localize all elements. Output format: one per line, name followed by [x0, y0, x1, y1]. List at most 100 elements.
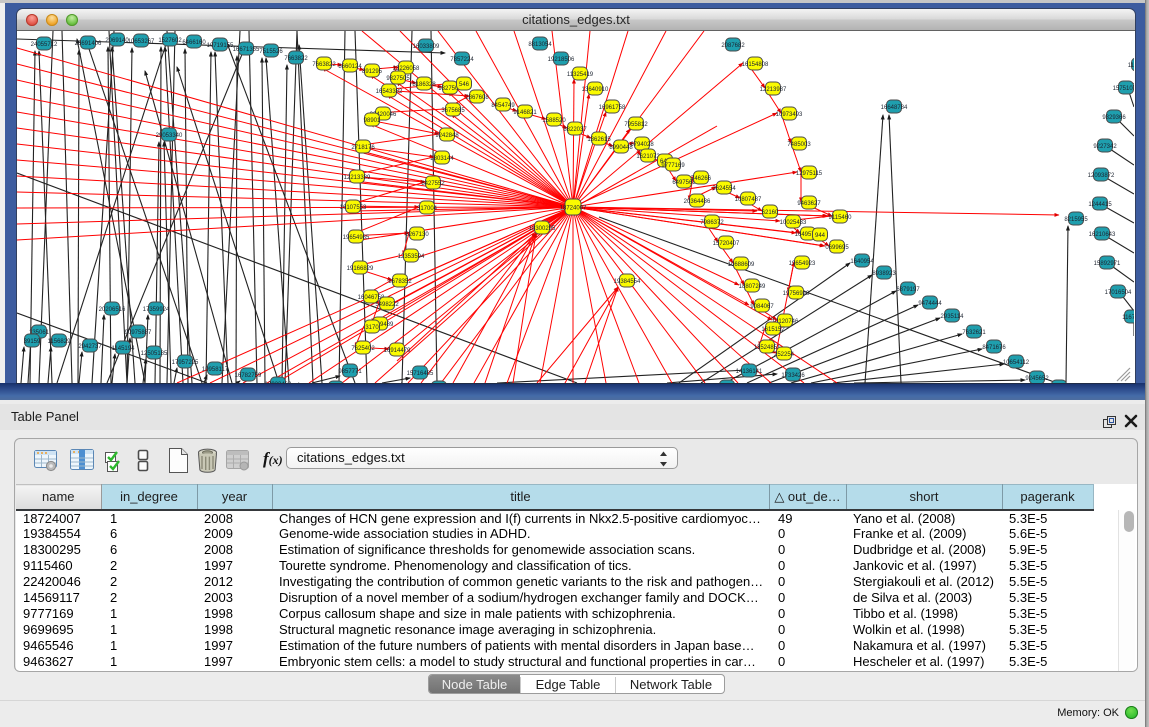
svg-text:1733426: 1733426: [781, 373, 805, 379]
svg-text:6879197: 6879197: [896, 287, 920, 293]
svg-text:20206516: 20206516: [99, 307, 126, 313]
svg-text:12213389: 12213389: [344, 175, 371, 181]
svg-text:7663822: 7663822: [312, 62, 336, 68]
svg-text:7663822: 7663822: [284, 56, 308, 62]
svg-text:12975115: 12975115: [796, 171, 823, 177]
svg-text:5498222: 5498222: [375, 302, 399, 308]
svg-text:1621072: 1621072: [636, 154, 660, 160]
svg-text:10025433: 10025433: [780, 220, 807, 226]
svg-text:8267130: 8267130: [405, 232, 429, 238]
svg-text:1588520: 1588520: [542, 118, 566, 124]
svg-text:10654112: 10654112: [1003, 360, 1030, 366]
svg-text:3624554: 3624554: [712, 186, 736, 192]
svg-text:15751074: 15751074: [1113, 86, 1134, 92]
svg-text:9115460: 9115460: [829, 215, 853, 221]
svg-text:546: 546: [459, 82, 470, 88]
svg-text:1145194: 1145194: [112, 346, 136, 352]
svg-text:10688609: 10688609: [728, 262, 755, 268]
svg-text:12923468: 12923468: [265, 382, 292, 383]
svg-text:6794028: 6794028: [630, 142, 654, 148]
svg-text:26691406: 26691406: [75, 41, 102, 47]
svg-text:18300295: 18300295: [529, 226, 556, 232]
svg-text:9329366: 9329366: [1102, 115, 1126, 121]
svg-text:19218506: 19218506: [548, 57, 575, 63]
svg-text:16210643: 16210643: [1089, 232, 1116, 238]
svg-text:16107553: 16107553: [340, 205, 367, 211]
svg-text:7857224: 7857224: [450, 57, 474, 63]
svg-text:3675685: 3675685: [441, 108, 465, 114]
svg-text:8471676: 8471676: [982, 345, 1006, 351]
svg-text:7986372: 7986372: [700, 220, 724, 226]
svg-text:19166829: 19166829: [347, 266, 374, 272]
svg-text:16154808: 16154808: [742, 62, 769, 68]
svg-text:2069140: 2069140: [105, 38, 129, 44]
svg-text:9084067: 9084067: [750, 304, 774, 310]
svg-text:17957225: 17957225: [172, 360, 199, 366]
svg-text:9857771: 9857771: [338, 369, 362, 375]
svg-text:3170: 3170: [365, 325, 379, 331]
svg-text:20364436: 20364436: [684, 199, 711, 205]
svg-text:14136141: 14136141: [736, 369, 763, 375]
svg-text:1615152: 1615152: [761, 327, 785, 333]
svg-text:90975887: 90975887: [125, 330, 152, 336]
svg-text:9242848: 9242848: [435, 133, 459, 139]
svg-text:9777169: 9777169: [661, 163, 685, 169]
svg-text:16033809: 16033809: [413, 44, 440, 50]
svg-text:7632621: 7632621: [962, 330, 986, 336]
svg-text:16914479: 16914479: [384, 348, 411, 354]
svg-text:2803144: 2803144: [430, 156, 454, 162]
svg-text:746266: 746266: [691, 176, 712, 182]
svg-text:2867608: 2867608: [465, 95, 489, 101]
svg-text:12093872: 12093872: [1088, 173, 1115, 179]
svg-text:15716485: 15716485: [407, 371, 434, 377]
svg-text:2718176: 2718176: [351, 145, 375, 151]
svg-text:29053340: 29053340: [156, 133, 183, 139]
svg-text:62160: 62160: [762, 210, 779, 216]
svg-text:16648784: 16648784: [881, 105, 908, 111]
svg-text:8186328: 8186328: [412, 82, 436, 88]
svg-text:1244415: 1244415: [1088, 202, 1112, 208]
svg-text:11325419: 11325419: [567, 72, 594, 78]
svg-text:15720407: 15720407: [713, 241, 740, 247]
svg-text:16961758: 16961758: [599, 105, 626, 111]
svg-text:19654923: 19654923: [789, 261, 816, 267]
svg-text:9245652: 9245652: [1025, 376, 1049, 382]
svg-text:10653267: 10653267: [128, 39, 155, 45]
svg-text:17016504: 17016504: [1105, 290, 1132, 296]
svg-text:8678352: 8678352: [388, 279, 412, 285]
svg-text:16671355: 16671355: [233, 47, 260, 53]
svg-text:7955812: 7955812: [624, 122, 648, 128]
svg-text:1640954: 1640954: [850, 259, 874, 265]
svg-text:9327505: 9327505: [386, 76, 410, 82]
svg-text:891295: 891295: [362, 69, 383, 75]
svg-text:19756928: 19756928: [783, 291, 810, 297]
svg-text:16543382: 16543382: [376, 89, 403, 95]
svg-text:7485003: 7485003: [787, 142, 811, 148]
svg-text:10973493: 10973493: [776, 112, 803, 118]
svg-text:0699695: 0699695: [825, 245, 849, 251]
svg-text:317004: 317004: [417, 206, 438, 212]
svg-text:7515526: 7515526: [259, 49, 283, 55]
svg-text:18724007: 18724007: [560, 206, 587, 212]
svg-text:9463627: 9463627: [797, 201, 821, 207]
svg-text:8938923: 8938923: [872, 271, 896, 277]
svg-text:8215955: 8215955: [1064, 217, 1088, 223]
svg-text:9227342: 9227342: [1093, 144, 1117, 150]
svg-text:8454749: 8454749: [491, 103, 515, 109]
svg-text:8660124: 8660124: [338, 64, 362, 70]
svg-text:24055712: 24055712: [31, 42, 58, 48]
svg-text:39159: 39159: [24, 339, 41, 345]
svg-text:10807487: 10807487: [735, 197, 762, 203]
svg-text:16782759: 16782759: [235, 373, 262, 379]
svg-text:19384554: 19384554: [614, 279, 641, 285]
svg-text:1156829: 1156829: [48, 339, 72, 345]
svg-text:1112843: 1112843: [1128, 63, 1134, 69]
svg-text:2935114: 2935114: [941, 314, 965, 320]
svg-text:15892971: 15892971: [1094, 261, 1121, 267]
svg-text:10958117: 10958117: [202, 367, 229, 373]
svg-text:8822037: 8822037: [563, 127, 587, 133]
svg-text:116753: 116753: [1122, 315, 1134, 321]
svg-text:6466160: 6466160: [182, 40, 206, 46]
svg-text:98901: 98901: [364, 118, 381, 124]
svg-text:944: 944: [815, 233, 826, 239]
